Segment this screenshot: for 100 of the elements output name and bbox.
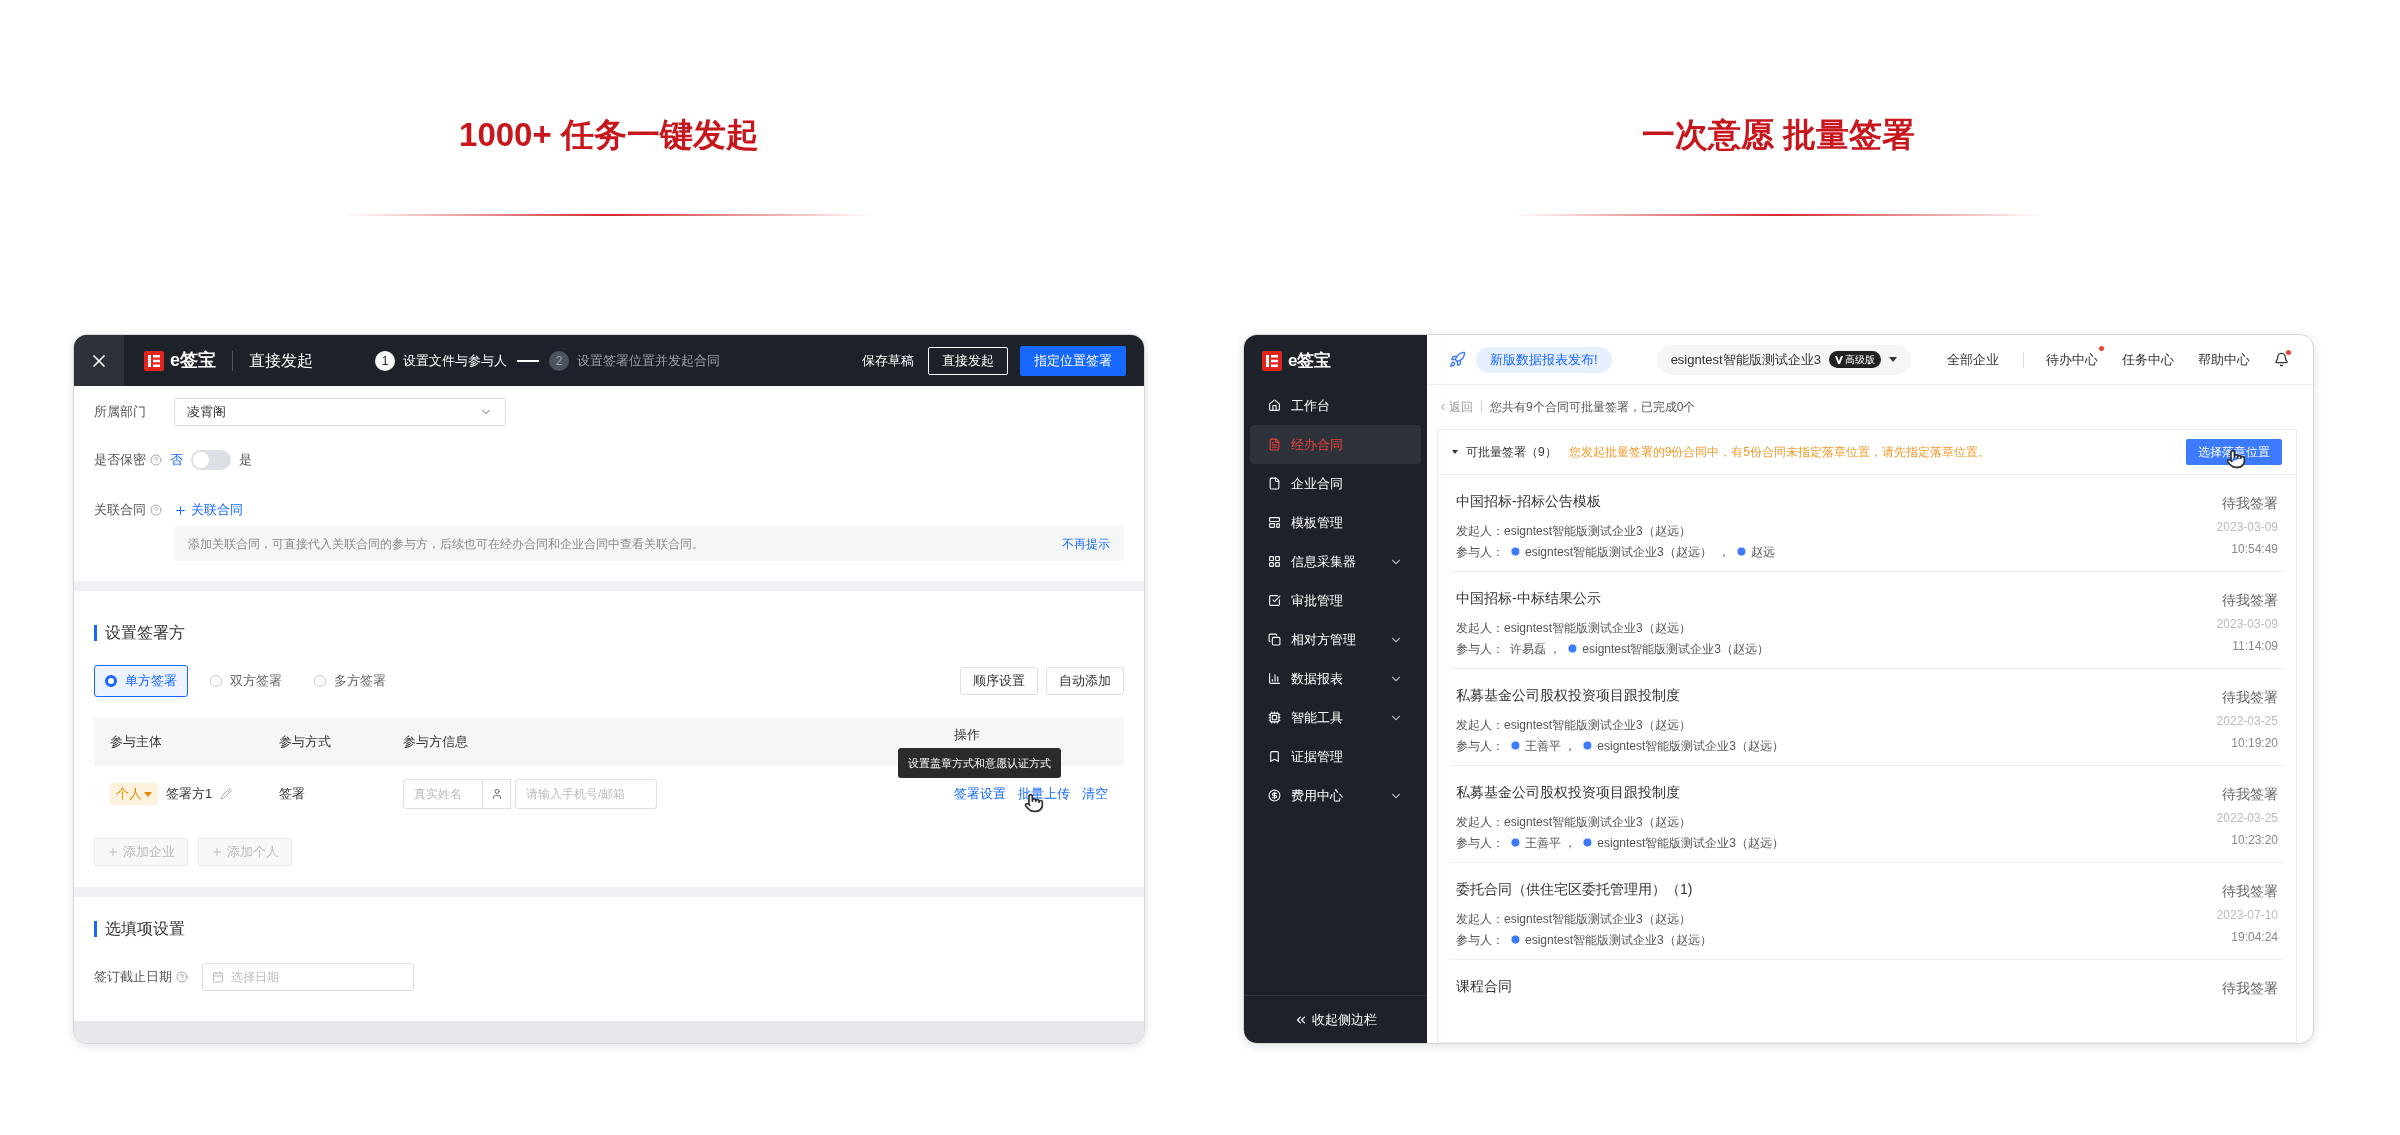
nav-item[interactable]: 费用中心 [1250, 776, 1421, 815]
toolbar-button[interactable]: 顺序设置 [960, 667, 1038, 695]
expand-caret-icon[interactable] [1452, 450, 1458, 454]
logo-text: e签宝 [1288, 349, 1332, 372]
contract-title[interactable]: 私募基金公司股权投资项目跟投制度 [1456, 685, 2217, 707]
toolbar-button[interactable]: 自动添加 [1046, 667, 1124, 695]
nav-item[interactable]: 证据管理 [1250, 737, 1421, 776]
step-label: 设置签署位置并发起合同 [577, 351, 720, 370]
field-label: 关联合同 [94, 501, 146, 520]
header-link[interactable]: 待办中心 [2045, 349, 2098, 370]
contact-picker-button[interactable] [483, 779, 511, 809]
nav-item[interactable]: 企业合同 [1250, 464, 1421, 503]
save-draft-button[interactable]: 保存草稿 [860, 350, 916, 371]
bell-icon[interactable] [2273, 352, 2289, 367]
signing-mode-radio[interactable]: 单方签署 [94, 665, 188, 697]
toggle-on-label: 是 [239, 451, 252, 470]
participant-name: esigntest智能版测试企业3（赵远） [1597, 834, 1785, 852]
notice-text: 添加关联合同，可直接代入关联合同的参与方，后续也可在经办合同和企业合同中查看关联合同。 [188, 535, 704, 553]
template-icon [1268, 516, 1281, 529]
contract-title[interactable]: 课程合同 [1456, 976, 2222, 998]
collapse-sidebar-button[interactable]: 收起侧边栏 [1294, 1009, 1377, 1030]
participant-name: esigntest智能版测试企业3（赵远） [1582, 640, 1770, 658]
contract-title[interactable]: 中国招标-招标公告模板 [1456, 491, 2217, 513]
file-icon [1268, 477, 1281, 490]
announcement-pill[interactable]: 新版数据报表发布! [1476, 346, 1612, 373]
contract-title[interactable]: 私募基金公司股权投资项目跟投制度 [1456, 782, 2217, 804]
signing-mode-radio[interactable]: 多方签署 [304, 665, 396, 697]
contact-field[interactable]: 请输入手机号/邮箱 [515, 779, 657, 809]
initiator-label: 发起人： [1456, 910, 1504, 928]
date-text: 2022-03-25 [2216, 810, 2278, 827]
column-header: 参与主体 [110, 733, 163, 752]
participant-name: 赵远 [1751, 543, 1776, 561]
step-label: 设置文件与参与人 [403, 351, 507, 370]
name-field[interactable]: 真实姓名 [403, 779, 483, 809]
table-cell-text: 签署 [279, 785, 306, 804]
participant-name: esigntest智能版测试企业3（赵远） ， [1525, 543, 1731, 561]
nav-item[interactable]: 相对方管理 [1250, 620, 1421, 659]
primary-button[interactable]: 指定位置签署 [1020, 345, 1126, 376]
header-link[interactable]: 全部企业 [1946, 349, 1999, 370]
initiator-name: esigntest智能版测试企业3（赵远） [1504, 522, 1691, 540]
participant-name: esigntest智能版测试企业3（赵远） [1525, 931, 1712, 949]
nav-item[interactable]: 信息采集器 [1250, 542, 1421, 581]
initiator-name: esigntest智能版测试企业3（赵远） [1504, 813, 1691, 831]
field-label: 是否保密 [94, 451, 146, 470]
section-heading: 1000+ 任务一键发起 [459, 115, 759, 155]
action-link[interactable]: 批量上传 [1018, 784, 1070, 804]
status-text: 待我签署 [2222, 882, 2278, 901]
group-title: 可批量签署（9） [1466, 444, 1557, 461]
launch-button[interactable]: 直接发起 [928, 346, 1008, 375]
logo-icon [144, 350, 164, 371]
time-text: 11:14:09 [2232, 638, 2278, 655]
grid-icon [1268, 555, 1281, 568]
signing-mode-radio[interactable]: 双方签署 [200, 665, 292, 697]
date-text: 2022-03-25 [2216, 713, 2278, 730]
toggle-switch[interactable] [191, 450, 231, 470]
batch-summary: 您共有9个合同可批量签署，已完成0个 [1490, 399, 1696, 416]
participants-label: 参与人： [1456, 543, 1504, 561]
date-field[interactable]: 选择日期 [202, 963, 414, 991]
home-icon [1268, 399, 1281, 412]
status-text: 待我签署 [2222, 979, 2278, 998]
section-title: 设置签署方 [105, 623, 185, 643]
coin-icon [1268, 789, 1281, 802]
time-text: 10:19:20 [2231, 735, 2278, 752]
add-related-link[interactable]: 关联合同 [174, 500, 243, 520]
chart-icon [1268, 672, 1281, 685]
nav-item[interactable]: 数据报表 [1250, 659, 1421, 698]
action-link[interactable]: 清空 [1082, 784, 1108, 804]
action-link[interactable]: 签署设置 [954, 784, 1006, 804]
participant-name: 许易磊 ， [1510, 640, 1562, 658]
time-text: 19:04:24 [2231, 929, 2278, 946]
initiator-label: 发起人： [1456, 619, 1504, 637]
plus-icon [211, 846, 223, 858]
contract-title[interactable]: 中国招标-中标结果公示 [1456, 588, 2217, 610]
participant-name: esigntest智能版测试企业3（赵远） [1597, 737, 1785, 755]
copy-icon [1268, 633, 1281, 646]
header-link[interactable]: 任务中心 [2121, 349, 2174, 370]
initiator-label: 发起人： [1456, 813, 1504, 831]
initiator-label: 发起人： [1456, 716, 1504, 734]
participant-name: 王善平 ， [1525, 834, 1577, 852]
participants-label: 参与人： [1456, 737, 1504, 755]
nav-item[interactable]: 模板管理 [1250, 503, 1421, 542]
date-text: 2023-03-09 [2216, 616, 2278, 633]
contract-title[interactable]: 委托合同（供住宅区委托管理用）（1) [1456, 879, 2217, 901]
user-icon [490, 788, 503, 800]
initiator-name: esigntest智能版测试企业3（赵远） [1504, 619, 1691, 637]
nav-item[interactable]: 工作台 [1250, 386, 1421, 425]
dismiss-link[interactable]: 不再提示 [1062, 534, 1110, 553]
header-link[interactable]: 帮助中心 [2197, 349, 2250, 370]
nav-item[interactable]: 审批管理 [1250, 581, 1421, 620]
company-switcher[interactable]: esigntest智能版测试企业3 高级版 [1656, 344, 1911, 375]
close-button[interactable] [74, 335, 124, 386]
participant-name: 王善平 ， [1525, 737, 1577, 755]
toggle-off-label: 否 [170, 451, 183, 470]
nav-item[interactable]: 智能工具 [1250, 698, 1421, 737]
section-heading: 一次意愿 批量签署 [1641, 115, 1916, 155]
department-select[interactable]: 凌霄阁 [174, 398, 506, 426]
chip-icon [1268, 711, 1281, 724]
help-icon [150, 504, 162, 516]
nav-item[interactable]: 经办合同 [1250, 425, 1421, 464]
field-label: 所属部门 [94, 403, 147, 422]
